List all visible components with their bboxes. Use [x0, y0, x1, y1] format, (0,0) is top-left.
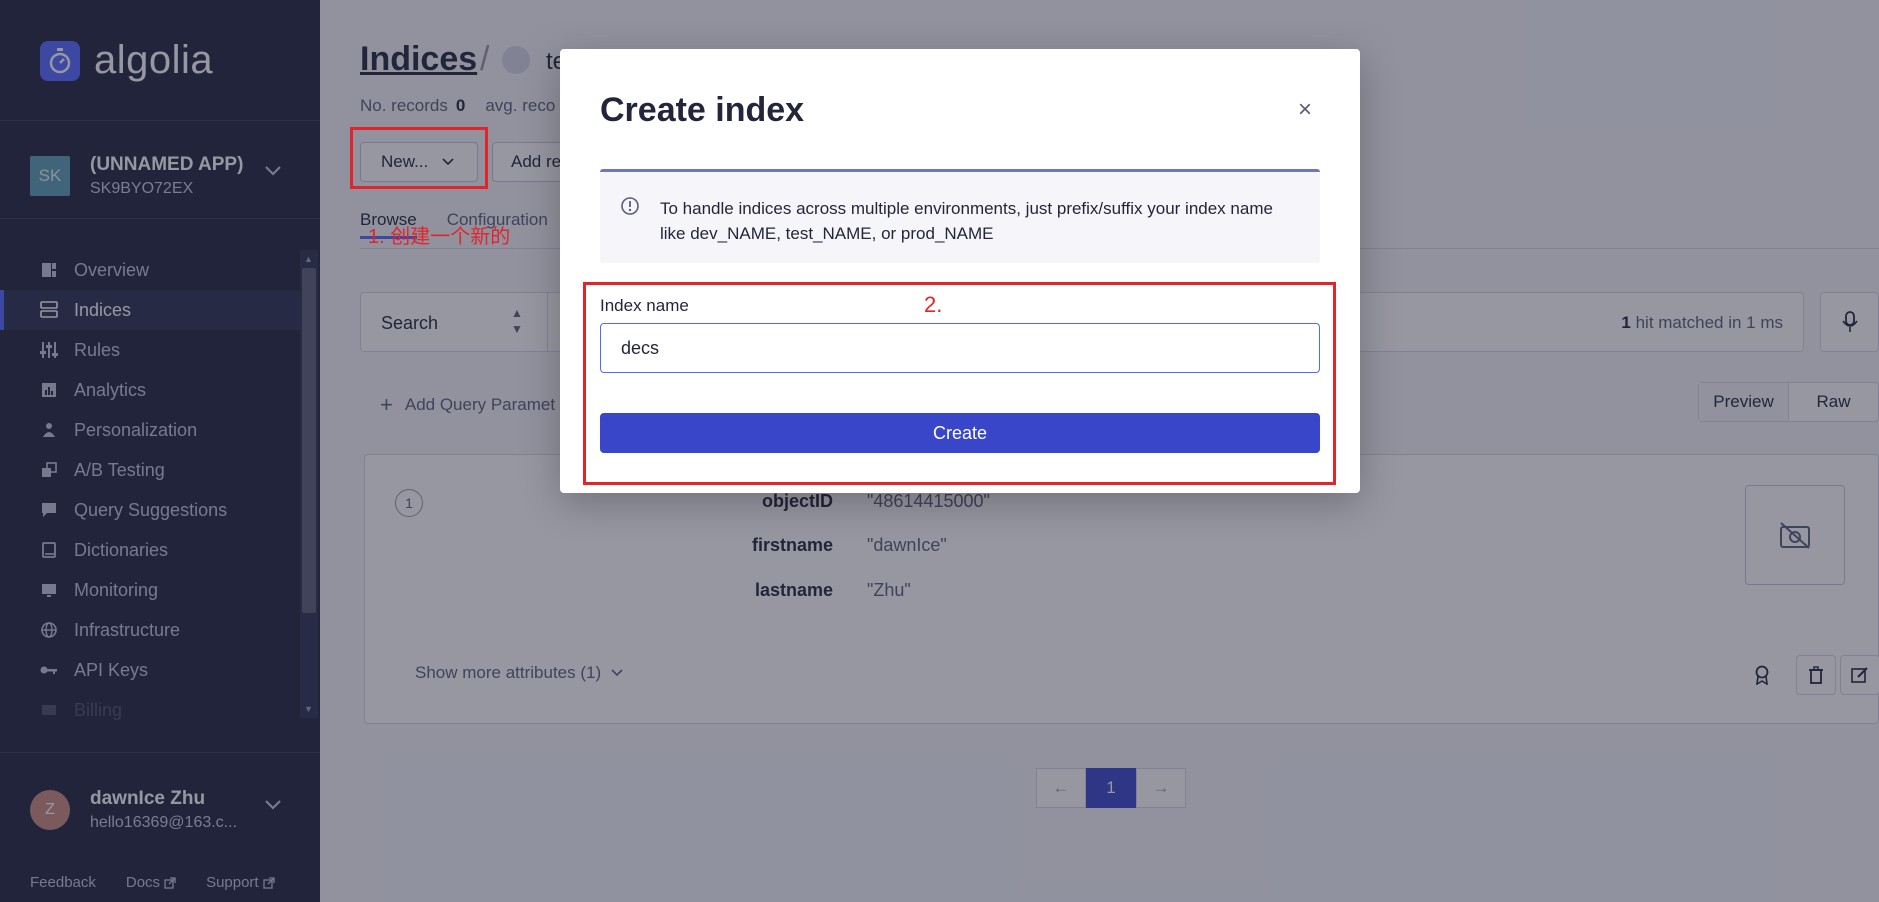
create-index-dialog: Create index × To handle indices across …: [560, 49, 1360, 493]
info-text: To handle indices across multiple enviro…: [660, 199, 1273, 243]
info-callout: To handle indices across multiple enviro…: [600, 169, 1320, 263]
dialog-title: Create index: [600, 91, 805, 129]
index-name-label: Index name: [600, 296, 689, 315]
index-name-input[interactable]: decs: [600, 323, 1320, 373]
annotation-step-1: 1. 创建一个新的: [368, 226, 511, 248]
annotation-box-form: [583, 282, 1336, 485]
info-icon: [620, 196, 640, 221]
close-icon[interactable]: ×: [1290, 95, 1320, 125]
annotation-step-2: 2.: [924, 292, 943, 317]
annotation-box-new: [350, 127, 488, 189]
create-button[interactable]: Create: [600, 413, 1320, 453]
